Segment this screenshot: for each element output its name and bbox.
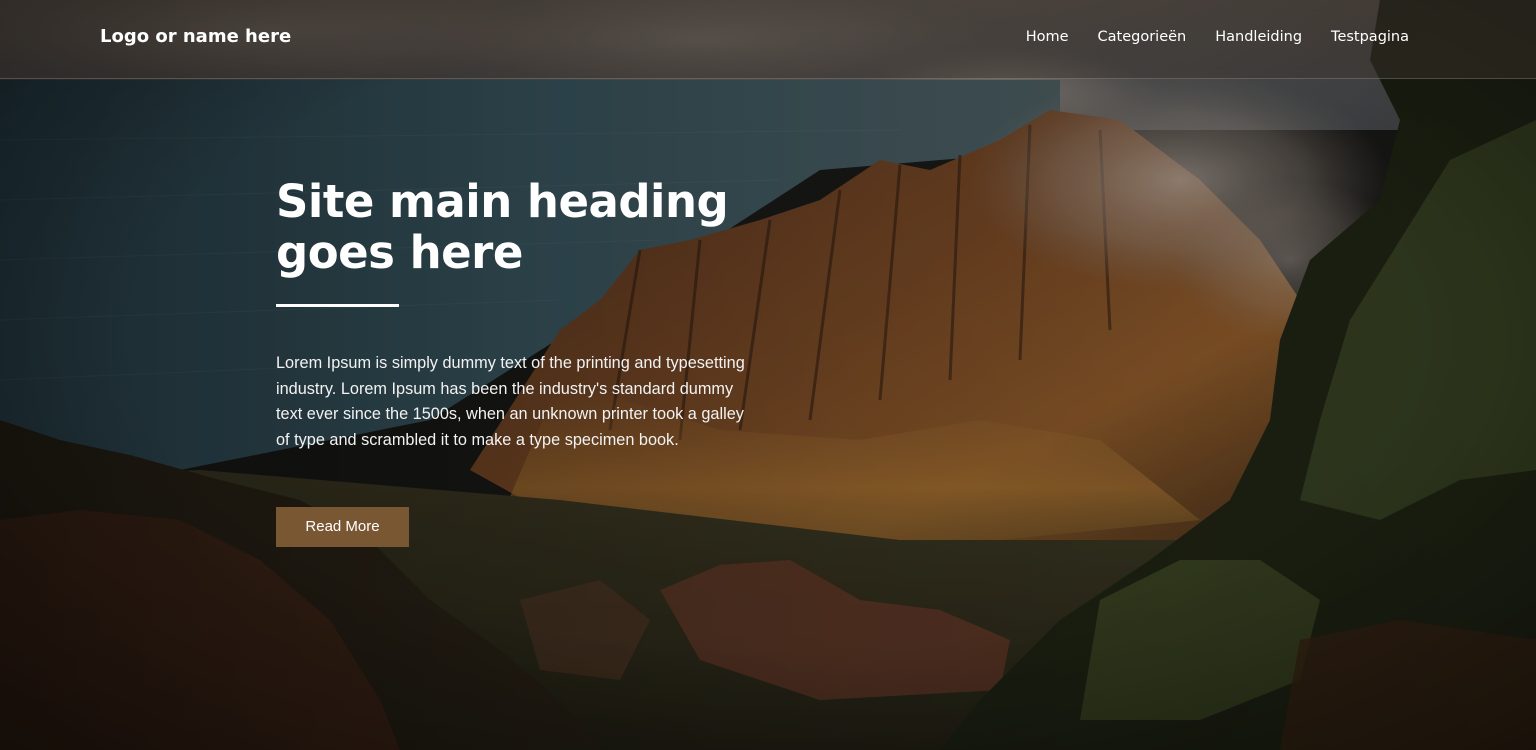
hero-content: Site main heading goes here Lorem Ipsum … <box>276 176 756 547</box>
hero-intro-text: Lorem Ipsum is simply dummy text of the … <box>276 354 745 449</box>
nav-item-testpagina[interactable]: Testpagina <box>1331 29 1409 45</box>
page-title: Site main heading goes here <box>276 175 729 279</box>
nav-item-categorieen[interactable]: Categorieën <box>1098 29 1187 45</box>
site-header: Logo or name here Home Categorieën Handl… <box>0 0 1536 79</box>
nav-item-handleiding[interactable]: Handleiding <box>1215 29 1302 45</box>
site-logo[interactable]: Logo or name here <box>100 26 291 47</box>
main-nav: Home Categorieën Handleiding Testpagina <box>1026 29 1409 45</box>
read-more-button[interactable]: Read More <box>276 507 409 547</box>
hero-section: Logo or name here Home Categorieën Handl… <box>0 0 1536 750</box>
hero-background-image <box>0 0 1536 750</box>
nav-item-home[interactable]: Home <box>1026 29 1069 45</box>
heading-divider <box>276 304 399 307</box>
